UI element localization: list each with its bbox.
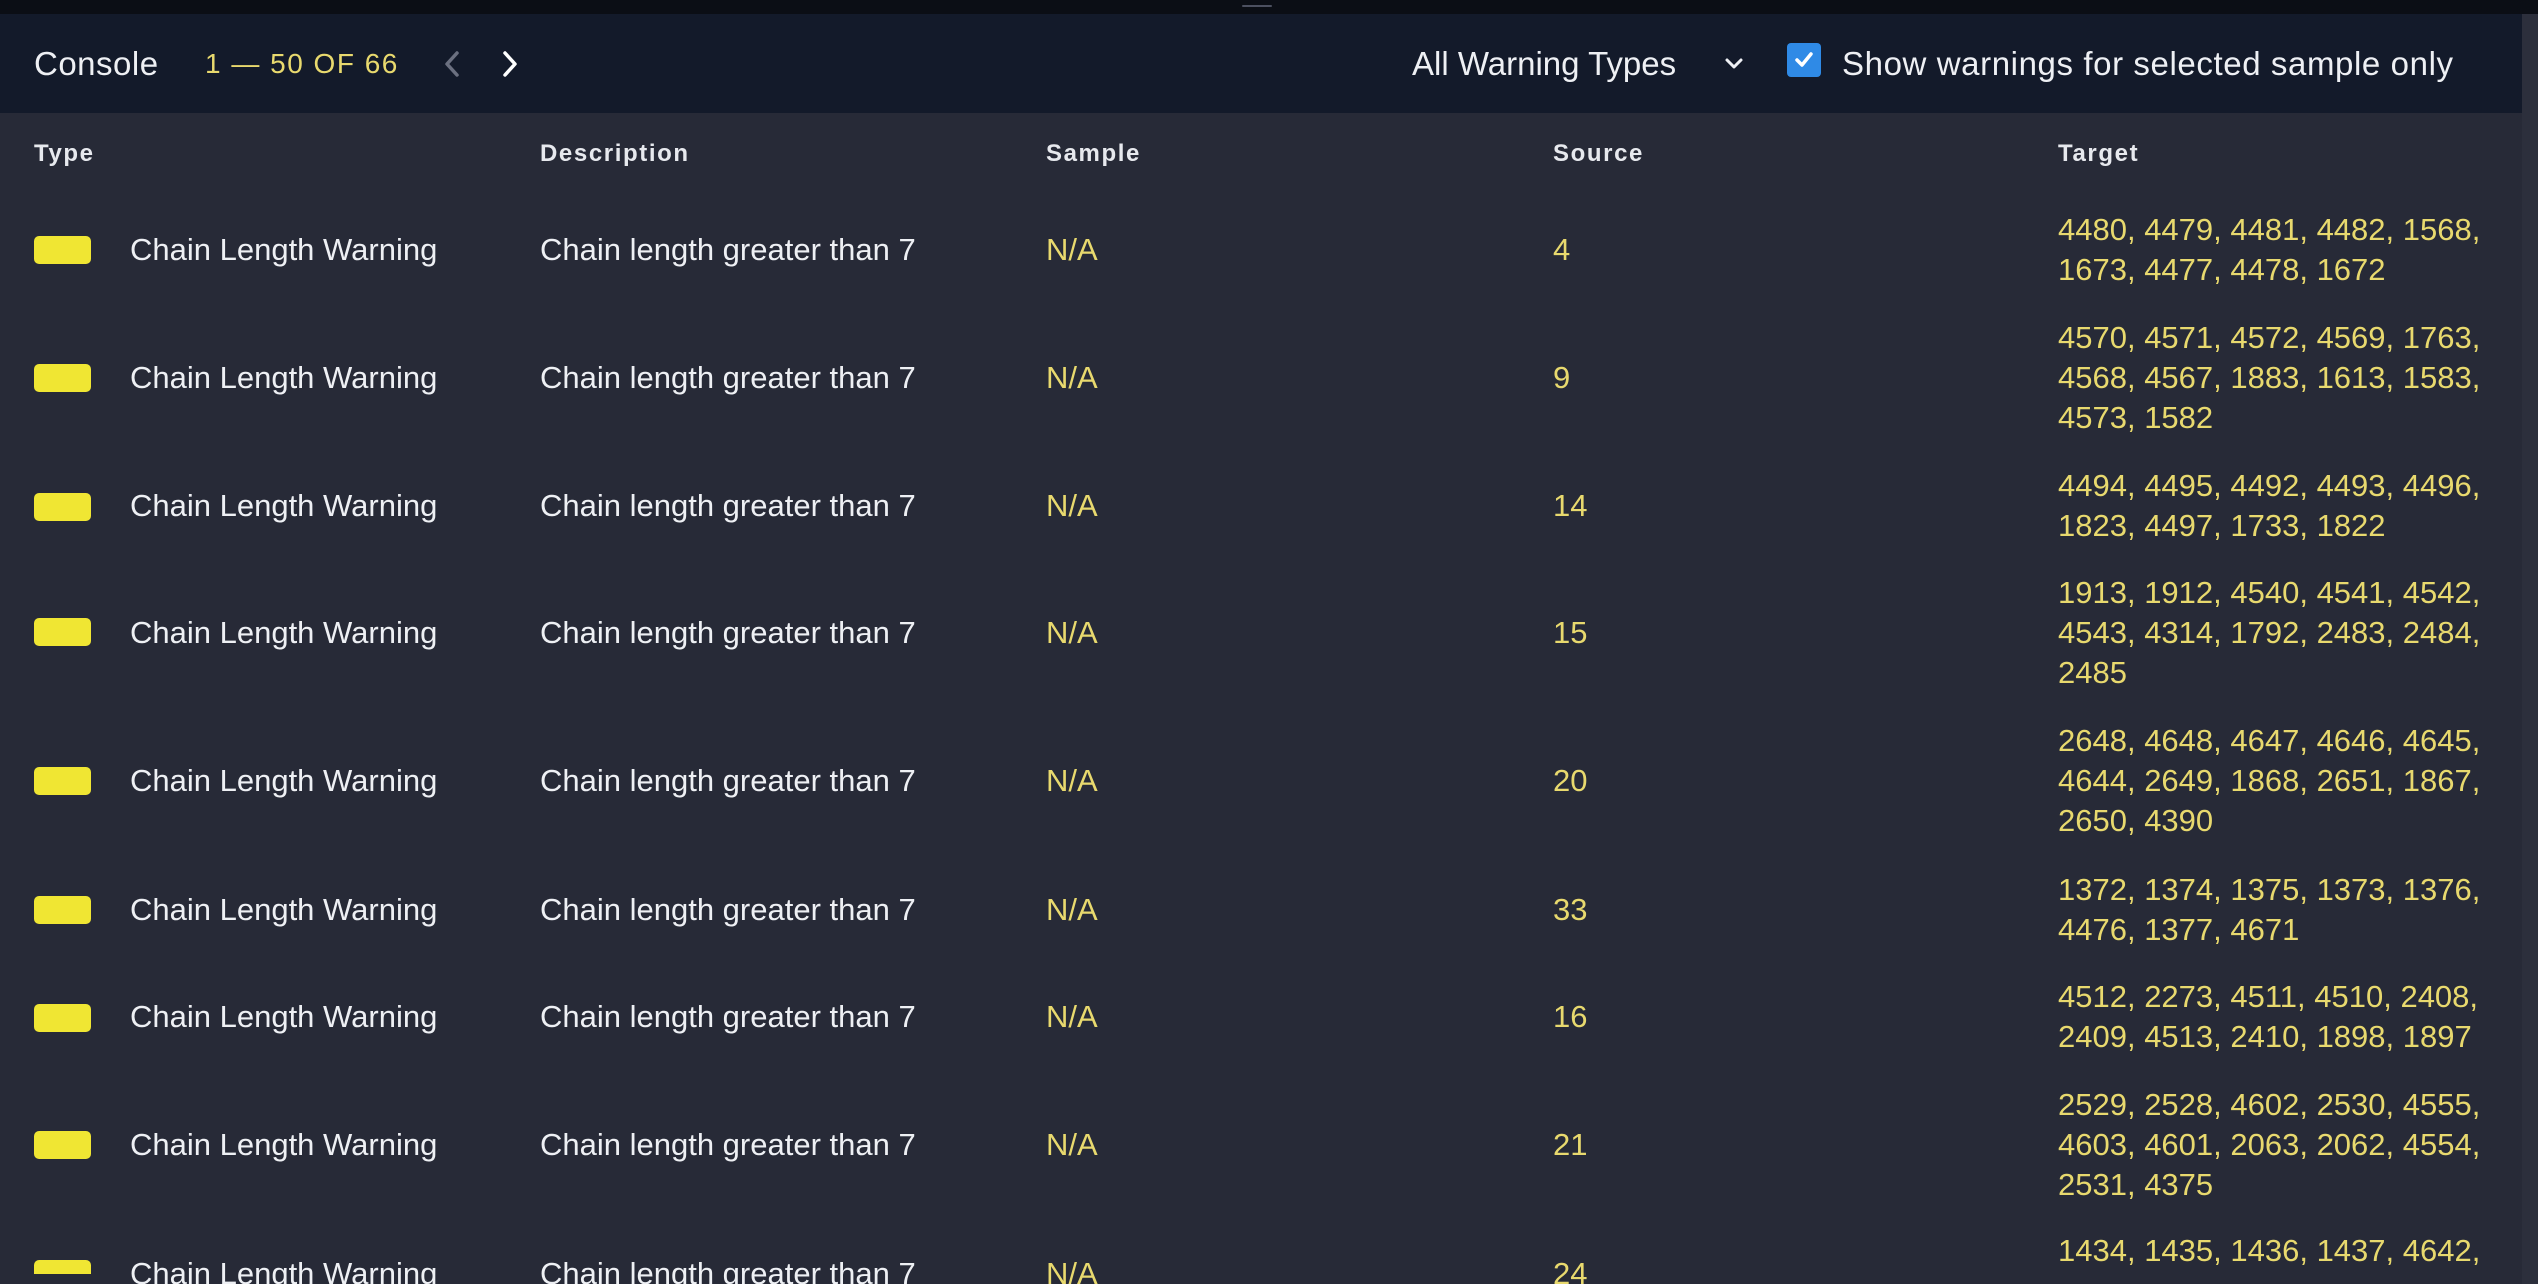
warning-source[interactable]: 16 [1553,997,1587,1037]
warning-target[interactable]: 2648, 4648, 4647, 4646, 4645, 4644, 2649… [2058,721,2498,841]
warning-type-selected: All Warning Types [1412,45,1677,82]
warning-type-swatch [34,896,91,924]
console-title: Console [34,45,159,82]
warning-target[interactable]: 4570, 4571, 4572, 4569, 1763, 4568, 4567… [2058,318,2498,438]
previous-page-button[interactable] [432,44,472,84]
table-row[interactable]: Chain Length Warning Chain length greate… [0,305,2522,452]
warning-target[interactable]: 1434, 1435, 1436, 1437, 4642, [2058,1231,2498,1271]
warning-type: Chain Length Warning [130,999,438,1034]
chevron-left-icon [445,51,459,77]
warning-description: Chain length greater than 7 [540,615,916,650]
warning-source[interactable]: 24 [1553,1254,1587,1284]
warning-type-swatch [34,767,91,795]
warning-source[interactable]: 14 [1553,486,1587,526]
checkmark-icon [1795,52,1813,67]
warning-type: Chain Length Warning [130,360,438,395]
column-header-sample[interactable]: Sample [1046,113,1141,195]
warning-type: Chain Length Warning [130,1256,438,1284]
selected-sample-only-label[interactable]: Show warnings for selected sample only [1842,14,2454,113]
warning-type-swatch [34,1131,91,1159]
column-header-target[interactable]: Target [2058,113,2139,195]
table-row[interactable]: Chain Length Warning Chain length greate… [0,1219,2522,1284]
warning-type-swatch [34,493,91,521]
warning-sample: N/A [1046,892,1098,927]
table-row[interactable]: Chain Length Warning Chain length greate… [0,195,2522,305]
warning-target[interactable]: 1913, 1912, 4540, 4541, 4542, 4543, 4314… [2058,573,2498,693]
warning-source[interactable]: 21 [1553,1125,1587,1165]
warning-description: Chain length greater than 7 [540,488,916,523]
table-row[interactable]: Chain Length Warning Chain length greate… [0,1072,2522,1219]
warning-description: Chain length greater than 7 [540,1256,916,1284]
warning-type: Chain Length Warning [130,232,438,267]
warning-type: Chain Length Warning [130,615,438,650]
warning-sample: N/A [1046,360,1098,395]
console-toolbar: Console 1 — 50 OF 66 All Warning Types S… [0,14,2522,113]
table-row[interactable]: Chain Length Warning Chain length greate… [0,856,2522,964]
warning-sample: N/A [1046,1256,1098,1284]
warning-type-swatch [34,364,91,392]
warning-type: Chain Length Warning [130,763,438,798]
pagination-range: 1 — 50 OF 66 [205,48,399,79]
table-header: Type Description Sample Source Target [0,113,2522,195]
warning-type-dropdown[interactable]: All Warning Types [1400,32,1760,96]
warning-type: Chain Length Warning [130,1127,438,1162]
column-header-description[interactable]: Description [540,113,690,195]
warning-type-swatch [34,618,91,646]
vertical-scrollbar[interactable] [2522,14,2538,1284]
table-row[interactable]: Chain Length Warning Chain length greate… [0,562,2522,709]
warning-sample: N/A [1046,999,1098,1034]
warning-source[interactable]: 4 [1553,230,1570,270]
warning-target[interactable]: 2529, 2528, 4602, 2530, 4555, 4603, 4601… [2058,1085,2498,1205]
warning-target[interactable]: 4480, 4479, 4481, 4482, 1568, 1673, 4477… [2058,210,2498,290]
warning-target[interactable]: 1372, 1374, 1375, 1373, 1376, 4476, 1377… [2058,870,2498,950]
column-header-source[interactable]: Source [1553,113,1644,195]
warning-target[interactable]: 4512, 2273, 4511, 4510, 2408, 2409, 4513… [2058,977,2498,1057]
warning-description: Chain length greater than 7 [540,763,916,798]
table-row[interactable]: Chain Length Warning Chain length greate… [0,964,2522,1072]
warning-sample: N/A [1046,1127,1098,1162]
window-top-strip [0,0,2538,14]
warning-description: Chain length greater than 7 [540,999,916,1034]
warning-description: Chain length greater than 7 [540,892,916,927]
warning-source[interactable]: 33 [1553,890,1587,930]
table-row[interactable]: Chain Length Warning Chain length greate… [0,452,2522,562]
warning-source[interactable]: 20 [1553,761,1587,801]
next-page-button[interactable] [490,44,530,84]
chevron-right-icon [503,51,517,77]
chevron-down-icon [1725,58,1743,69]
selected-sample-only-checkbox[interactable] [1787,43,1821,77]
warning-description: Chain length greater than 7 [540,1127,916,1162]
warning-source[interactable]: 9 [1553,358,1570,398]
warning-sample: N/A [1046,615,1098,650]
warning-description: Chain length greater than 7 [540,360,916,395]
warning-target[interactable]: 4494, 4495, 4492, 4493, 4496, 1823, 4497… [2058,466,2498,546]
warning-description: Chain length greater than 7 [540,232,916,267]
warning-type-swatch [34,1260,91,1274]
warning-type: Chain Length Warning [130,892,438,927]
panel-resize-handle[interactable] [1242,5,1272,7]
warning-sample: N/A [1046,763,1098,798]
warning-sample: N/A [1046,488,1098,523]
warning-source[interactable]: 15 [1553,613,1587,653]
warning-type-swatch [34,1004,91,1032]
column-header-type[interactable]: Type [34,113,95,195]
warning-type-swatch [34,236,91,264]
table-row[interactable]: Chain Length Warning Chain length greate… [0,709,2522,856]
warning-type: Chain Length Warning [130,488,438,523]
warning-sample: N/A [1046,232,1098,267]
